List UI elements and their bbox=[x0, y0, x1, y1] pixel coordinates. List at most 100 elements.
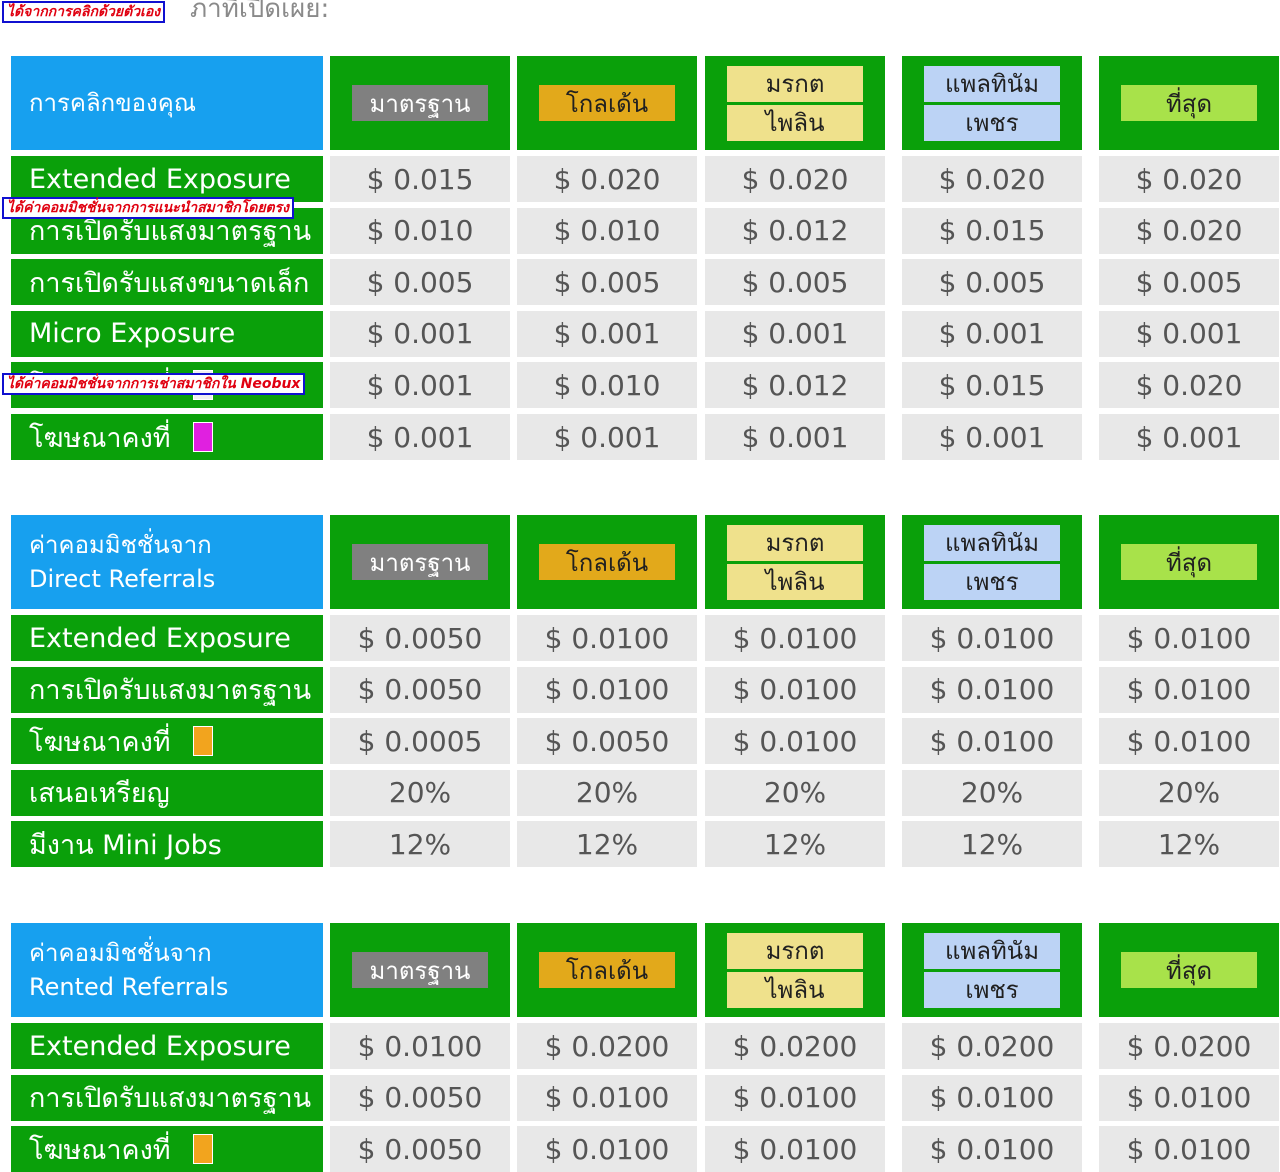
row-label-text: มีงาน Mini Jobs bbox=[29, 829, 222, 861]
note-brand: Neobux bbox=[240, 376, 301, 392]
row-label-text: การเปิดรับแสงขนาดเล็ก bbox=[29, 267, 310, 299]
page-subheading: ภาที่เปิดเผย: bbox=[190, 0, 330, 24]
tier-badge-emerald: มรกต bbox=[727, 65, 863, 102]
tier-header-emerald-sapphire: มรกต ไพลิน bbox=[705, 515, 885, 609]
rate-cell-emerald-sapphire: $ 0.005 bbox=[705, 259, 885, 306]
rate-cell-emerald-sapphire: $ 0.001 bbox=[705, 310, 885, 357]
rate-cell-platinum-diamond: $ 0.0100 bbox=[902, 615, 1082, 661]
note-rented-referrals: ได้ค่าคอมมิชชั่นจากการเช่าสมาชิกใน Neobu… bbox=[2, 373, 306, 395]
row-label-text: Extended Exposure bbox=[29, 163, 291, 195]
rate-cell-standard: $ 0.001 bbox=[330, 362, 510, 409]
tier-header-ultimate: ที่สุด bbox=[1099, 515, 1279, 609]
tier-header-standard: มาตรฐาน bbox=[330, 515, 510, 609]
row-label: โฆษณาคงที่ bbox=[11, 414, 323, 460]
tier-header-golden: โกลเด้น bbox=[517, 56, 697, 150]
rate-cell-emerald-sapphire: $ 0.0100 bbox=[705, 718, 885, 765]
rate-cell-ultimate: $ 0.020 bbox=[1099, 207, 1279, 254]
tier-badge-diamond: เพชร bbox=[924, 104, 1060, 141]
rate-cell-emerald-sapphire: $ 0.020 bbox=[705, 156, 885, 202]
tier-badge-standard: มาตรฐาน bbox=[352, 952, 488, 988]
tier-header-standard: มาตรฐาน bbox=[330, 56, 510, 150]
rate-cell-ultimate: $ 0.0100 bbox=[1099, 615, 1279, 661]
tier-badge-standard: มาตรฐาน bbox=[352, 85, 488, 121]
rate-cell-standard: $ 0.0050 bbox=[330, 1126, 510, 1172]
row-label: Extended Exposure bbox=[11, 156, 323, 202]
row-label-text: การเปิดรับแสงมาตรฐาน bbox=[29, 1083, 312, 1115]
rate-cell-standard: $ 0.0050 bbox=[330, 1074, 510, 1121]
rate-cell-standard: 20% bbox=[330, 769, 510, 816]
rate-cell-golden: $ 0.0100 bbox=[517, 666, 697, 713]
rate-cell-emerald-sapphire: $ 0.0100 bbox=[705, 615, 885, 661]
tier-badge-diamond: เพชร bbox=[924, 563, 1060, 600]
rate-cell-standard: $ 0.0050 bbox=[330, 666, 510, 713]
rate-cell-platinum-diamond: $ 0.0200 bbox=[902, 1023, 1082, 1069]
rate-cell-golden: $ 0.001 bbox=[517, 414, 697, 460]
rate-cell-standard: $ 0.015 bbox=[330, 156, 510, 202]
rate-cell-golden: $ 0.0050 bbox=[517, 718, 697, 765]
tier-badge-sapphire: ไพลิน bbox=[727, 563, 863, 600]
section-title-line1: การคลิกของคุณ bbox=[29, 89, 197, 117]
section-title-line2: Rented Referrals bbox=[29, 973, 229, 1001]
tier-badge-platinum: แพลทินัม bbox=[924, 65, 1060, 102]
tier-header-golden: โกลเด้น bbox=[517, 923, 697, 1017]
rate-cell-emerald-sapphire: 20% bbox=[705, 769, 885, 816]
rate-cell-platinum-diamond: $ 0.0100 bbox=[902, 1074, 1082, 1121]
rate-cell-standard: $ 0.0005 bbox=[330, 718, 510, 765]
rate-cell-standard: $ 0.010 bbox=[330, 207, 510, 254]
rate-cell-emerald-sapphire: $ 0.012 bbox=[705, 207, 885, 254]
rate-cell-golden: $ 0.0100 bbox=[517, 1074, 697, 1121]
tier-header-ultimate: ที่สุด bbox=[1099, 923, 1279, 1017]
ad-color-swatch-icon bbox=[192, 726, 213, 757]
row-label: เสนอเหรียญ bbox=[11, 769, 323, 816]
rate-cell-platinum-diamond: 12% bbox=[902, 821, 1082, 868]
rate-cell-emerald-sapphire: $ 0.012 bbox=[705, 362, 885, 409]
rate-cell-platinum-diamond: $ 0.020 bbox=[902, 156, 1082, 202]
tier-badge-emerald: มรกต bbox=[727, 932, 863, 969]
rate-cell-standard: $ 0.001 bbox=[330, 310, 510, 357]
rate-cell-emerald-sapphire: $ 0.0100 bbox=[705, 1074, 885, 1121]
rate-cell-platinum-diamond: $ 0.001 bbox=[902, 310, 1082, 357]
tier-header-golden: โกลเด้น bbox=[517, 515, 697, 609]
tier-header-standard: มาตรฐาน bbox=[330, 923, 510, 1017]
note-direct-referrals: ได้ค่าคอมมิชชั่นจากการแนะนำสมาชิกโดยตรง bbox=[2, 197, 294, 219]
rate-cell-golden: $ 0.001 bbox=[517, 310, 697, 357]
rate-cell-emerald-sapphire: 12% bbox=[705, 821, 885, 868]
tier-badge-golden: โกลเด้น bbox=[539, 952, 675, 988]
section-title-line2: Direct Referrals bbox=[29, 565, 216, 593]
rate-cell-ultimate: $ 0.001 bbox=[1099, 310, 1279, 357]
rate-cell-ultimate: $ 0.0100 bbox=[1099, 1074, 1279, 1121]
rate-cell-ultimate: $ 0.0100 bbox=[1099, 718, 1279, 765]
rate-cell-golden: $ 0.010 bbox=[517, 362, 697, 409]
tier-badge-golden: โกลเด้น bbox=[539, 85, 675, 121]
rate-cell-golden: 12% bbox=[517, 821, 697, 868]
row-label: การเปิดรับแสงมาตรฐาน bbox=[11, 666, 323, 713]
rate-cell-emerald-sapphire: $ 0.001 bbox=[705, 414, 885, 460]
rate-cell-ultimate: $ 0.0200 bbox=[1099, 1023, 1279, 1069]
rate-cell-platinum-diamond: $ 0.005 bbox=[902, 259, 1082, 306]
rate-cell-standard: 12% bbox=[330, 821, 510, 868]
row-label: การเปิดรับแสงขนาดเล็ก bbox=[11, 259, 323, 306]
rate-cell-ultimate: $ 0.020 bbox=[1099, 156, 1279, 202]
rate-cell-emerald-sapphire: $ 0.0100 bbox=[705, 1126, 885, 1172]
ad-color-swatch-icon bbox=[192, 1134, 213, 1165]
row-label-text: Micro Exposure bbox=[29, 318, 236, 350]
rate-cell-ultimate: 20% bbox=[1099, 769, 1279, 816]
rate-cell-emerald-sapphire: $ 0.0100 bbox=[705, 666, 885, 713]
rate-cell-ultimate: $ 0.0100 bbox=[1099, 666, 1279, 713]
tier-badge-standard: มาตรฐาน bbox=[352, 544, 488, 580]
rate-cell-standard: $ 0.005 bbox=[330, 259, 510, 306]
row-label: Extended Exposure bbox=[11, 615, 323, 661]
rate-cell-ultimate: $ 0.0100 bbox=[1099, 1126, 1279, 1172]
rate-cell-standard: $ 0.0050 bbox=[330, 615, 510, 661]
section-title-line1: ค่าคอมมิชชั่นจาก bbox=[29, 531, 212, 559]
row-label: การเปิดรับแสงมาตรฐาน bbox=[11, 1074, 323, 1121]
rate-cell-golden: 20% bbox=[517, 769, 697, 816]
tier-badge-golden: โกลเด้น bbox=[539, 544, 675, 580]
section-title-line1: ค่าคอมมิชชั่นจาก bbox=[29, 939, 212, 967]
rate-cell-platinum-diamond: $ 0.015 bbox=[902, 207, 1082, 254]
tier-badge-sapphire: ไพลิน bbox=[727, 971, 863, 1008]
rate-cell-platinum-diamond: $ 0.015 bbox=[902, 362, 1082, 409]
section-title: การคลิกของคุณ bbox=[11, 56, 323, 150]
rate-cell-golden: $ 0.0100 bbox=[517, 1126, 697, 1172]
note-rented-referrals-text: ได้ค่าคอมมิชชั่นจากการเช่าสมาชิกใน bbox=[7, 376, 236, 392]
